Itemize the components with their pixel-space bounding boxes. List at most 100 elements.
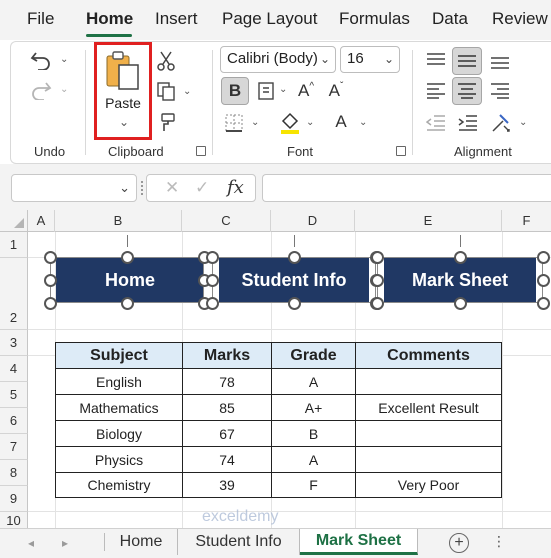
table-cell[interactable]: [355, 446, 502, 472]
orientation-icon[interactable]: [488, 110, 514, 136]
align-top-icon[interactable]: [423, 48, 449, 74]
table-header-cell[interactable]: Marks: [182, 342, 271, 368]
column-header-b[interactable]: B: [55, 210, 182, 232]
tab-home[interactable]: Home: [86, 9, 133, 29]
table-cell[interactable]: 67: [182, 420, 271, 446]
tab-page-layout[interactable]: Page Layout: [222, 9, 317, 29]
undo-dropdown-icon[interactable]: ⌄: [60, 54, 68, 65]
resize-handle[interactable]: [370, 273, 384, 287]
table-cell[interactable]: English: [55, 368, 182, 394]
add-sheet-button[interactable]: +: [449, 533, 469, 553]
more-options-icon[interactable]: ⋮: [492, 533, 506, 550]
sheet-tab-mark-sheet[interactable]: Mark Sheet: [300, 529, 418, 555]
table-cell[interactable]: B: [271, 420, 355, 446]
formula-input[interactable]: [262, 174, 551, 202]
font-name-combo[interactable]: Calibri (Body) ⌄: [220, 46, 336, 73]
cancel-icon[interactable]: ✕: [165, 178, 179, 198]
table-cell[interactable]: Biology: [55, 420, 182, 446]
table-cell[interactable]: [355, 368, 502, 394]
resize-handle[interactable]: [120, 296, 134, 310]
tab-review[interactable]: Review: [492, 9, 548, 29]
borders-icon[interactable]: [222, 112, 246, 134]
table-header-cell[interactable]: Comments: [355, 342, 502, 368]
table-cell[interactable]: 39: [182, 472, 271, 498]
bold-button[interactable]: B: [221, 77, 249, 105]
resize-grip[interactable]: [141, 181, 143, 195]
column-header-d[interactable]: D: [271, 210, 355, 232]
resize-handle[interactable]: [43, 296, 57, 310]
row-header-5[interactable]: 5: [0, 382, 28, 408]
align-bottom-icon[interactable]: [487, 48, 513, 74]
resize-handle[interactable]: [536, 273, 550, 287]
resize-handle[interactable]: [287, 296, 301, 310]
row-header-1[interactable]: 1: [0, 232, 28, 258]
resize-handle[interactable]: [370, 250, 384, 264]
tab-formulas[interactable]: Formulas: [339, 9, 410, 29]
sheet-tab-student-info[interactable]: Student Info: [178, 529, 300, 555]
table-cell[interactable]: F: [271, 472, 355, 498]
row-header-10[interactable]: 10: [0, 512, 28, 528]
copy-icon[interactable]: [155, 80, 177, 102]
resize-handle[interactable]: [536, 250, 550, 264]
copy-dropdown-icon[interactable]: ⌄: [183, 86, 191, 97]
column-header-e[interactable]: E: [355, 210, 502, 232]
row-header-6[interactable]: 6: [0, 408, 28, 434]
column-header-f[interactable]: F: [502, 210, 551, 232]
resize-handle[interactable]: [205, 296, 219, 310]
resize-handle[interactable]: [287, 250, 301, 264]
resize-handle[interactable]: [120, 250, 134, 264]
resize-handle[interactable]: [205, 273, 219, 287]
redo-dropdown-icon[interactable]: ⌄: [60, 84, 68, 95]
style-dropdown-icon[interactable]: ⌄: [279, 84, 287, 95]
resize-handle[interactable]: [453, 296, 467, 310]
column-header-a[interactable]: A: [28, 210, 55, 232]
orientation-dropdown-icon[interactable]: ⌄: [519, 117, 527, 128]
undo-icon[interactable]: [29, 48, 53, 72]
row-header-9[interactable]: 9: [0, 486, 28, 512]
italic-underline-icon[interactable]: [255, 80, 277, 104]
resize-handle[interactable]: [536, 296, 550, 310]
resize-handle[interactable]: [205, 250, 219, 264]
table-cell[interactable]: Physics: [55, 446, 182, 472]
table-header-cell[interactable]: Subject: [55, 342, 182, 368]
align-middle-icon[interactable]: [452, 47, 482, 75]
align-right-icon[interactable]: [487, 78, 513, 104]
font-color-button[interactable]: A: [327, 108, 355, 136]
table-header-cell[interactable]: Grade: [271, 342, 355, 368]
paste-dropdown-icon[interactable]: ⌄: [119, 115, 129, 129]
increase-indent-icon[interactable]: [455, 110, 481, 136]
cut-icon[interactable]: [155, 50, 177, 72]
enter-icon[interactable]: ✓: [195, 178, 209, 198]
name-box[interactable]: ⌄: [11, 174, 137, 202]
insert-function-icon[interactable]: fx: [227, 177, 244, 198]
fill-color-dropdown-icon[interactable]: ⌄: [306, 117, 314, 128]
scroll-left-icon[interactable]: ◂: [28, 536, 34, 550]
table-cell[interactable]: Very Poor: [355, 472, 502, 498]
grow-font-button[interactable]: A ^: [292, 77, 320, 105]
font-launcher-icon[interactable]: [396, 146, 406, 156]
select-all-button[interactable]: [0, 210, 28, 232]
row-header-7[interactable]: 7: [0, 434, 28, 460]
font-size-combo[interactable]: 16 ⌄: [340, 46, 400, 73]
borders-dropdown-icon[interactable]: ⌄: [251, 117, 259, 128]
table-cell[interactable]: 74: [182, 446, 271, 472]
shrink-font-button[interactable]: Aˇ: [322, 77, 350, 105]
table-cell[interactable]: Mathematics: [55, 394, 182, 420]
table-cell[interactable]: 78: [182, 368, 271, 394]
row-header-2[interactable]: 2: [0, 258, 28, 330]
table-cell[interactable]: A: [271, 446, 355, 472]
row-header-3[interactable]: 3: [0, 330, 28, 356]
table-cell[interactable]: 85: [182, 394, 271, 420]
resize-handle[interactable]: [43, 273, 57, 287]
table-cell[interactable]: A+: [271, 394, 355, 420]
table-cell[interactable]: A: [271, 368, 355, 394]
fill-color-icon[interactable]: [278, 110, 302, 136]
home-shape-button[interactable]: Home: [56, 257, 204, 303]
scroll-right-icon[interactable]: ▸: [62, 536, 68, 550]
resize-handle[interactable]: [370, 296, 384, 310]
row-header-4[interactable]: 4: [0, 356, 28, 382]
align-center-icon[interactable]: [452, 77, 482, 105]
tab-insert[interactable]: Insert: [155, 9, 198, 29]
paste-button[interactable]: Paste ⌄: [94, 42, 152, 140]
resize-handle[interactable]: [453, 250, 467, 264]
